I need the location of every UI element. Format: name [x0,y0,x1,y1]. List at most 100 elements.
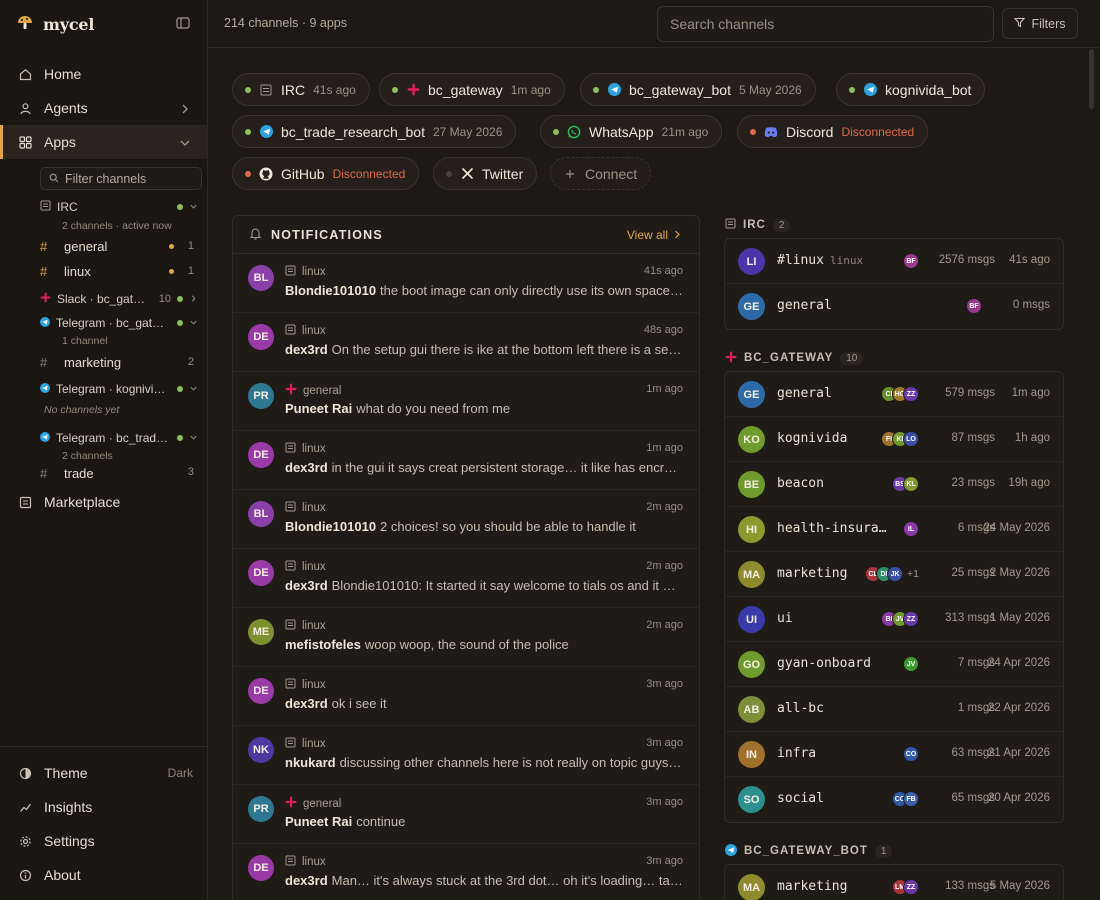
chevron-down-icon[interactable] [189,200,198,214]
trend-icon [18,800,32,814]
member-avatars: LM ZZ [892,879,919,895]
chip-bc-gateway-bot[interactable]: bc_gateway_bot 5 May 2026 [580,73,816,106]
notification-item[interactable]: DE linux 3m ago dex3rd Man… it's always stuc… [233,844,699,900]
notifications-list: BL linux 41s ago Blondie101010 the boot imag… [233,254,699,900]
nav-apps[interactable]: Apps [0,125,207,159]
notification-item[interactable]: DE linux 2m ago dex3rd Blondie101010: It sta… [233,549,699,608]
irc-icon [285,737,296,751]
channel-row[interactable]: SO social CO FB 65 msgs 20 Apr 2026 [725,777,1063,822]
scrollbar-thumb[interactable] [1089,49,1094,109]
channel-row[interactable]: GE general BF 0 msgs [725,284,1063,329]
theme-value: Dark [167,766,193,780]
channel-row[interactable]: AB all-bc 1 msgs 22 Apr 2026 [725,687,1063,732]
nav-marketplace[interactable]: Marketplace [0,485,207,519]
channel-row[interactable]: BE beacon BS KL 23 msgs 19h ago [725,462,1063,507]
channel-name-text: ui [777,611,793,626]
view-all-label: View all [626,228,668,242]
nav-apps-label: Apps [44,134,76,150]
filter-channels-input[interactable] [65,171,195,186]
sidebar-channel-general[interactable]: # general 1 [40,235,202,257]
last-activity: 1h ago [1014,432,1050,444]
channel-row[interactable]: HIhealth-insuranceIL6 msgs24 May 2026 [725,507,1063,552]
sidebar-channel-linux[interactable]: # linux 1 [40,260,202,282]
notification-time: 3m ago [646,737,683,749]
filters-button[interactable]: Filters [1002,8,1078,39]
notification-item[interactable]: PR general 1m ago Puneet Rai what do you nee… [233,372,699,431]
channel-row[interactable]: GO gyan-onboard JV 7 msgs 24 Apr 2026 [725,642,1063,687]
view-all-link[interactable]: View all [627,228,681,242]
chevron-down-icon[interactable] [189,316,198,330]
notification-time: 3m ago [646,796,683,808]
nav-agents[interactable]: Agents [0,91,207,125]
channel-name-text: all-bc [777,701,824,716]
online-status-dot [177,320,183,326]
notification-item[interactable]: BL linux 2m ago Blondie101010 2 choices! so … [233,490,699,549]
tree-app-telegram-kognivida[interactable]: Telegram · kognivi… [40,380,202,398]
channel-row[interactable]: UI ui BI JV ZZ 313 msgs 1 May 2026 [725,597,1063,642]
channel-row[interactable]: MA marketing LM ZZ 133 msgs 5 May 2026 [725,865,1063,900]
channel-row[interactable]: LI #linux linux BF 2576 msgs 41s ago [725,239,1063,284]
notification-item[interactable]: NK linux 3m ago nkukard discussing other cha… [233,726,699,785]
tree-app-label: Telegram · bc_trad… [56,431,169,445]
nav-about[interactable]: About [0,858,207,892]
slack-icon [285,383,297,398]
nav-insights[interactable]: Insights [0,790,207,824]
slack-icon [40,292,51,306]
chip-twitter[interactable]: Twitter [433,157,538,190]
chip-kognivida-bot[interactable]: kognivida_bot [836,73,986,106]
notification-item[interactable]: DE linux 1m ago dex3rd in the gui it says cr… [233,431,699,490]
tree-app-telegram-bc-trade[interactable]: Telegram · bc_trad… [40,429,202,447]
chip-bc-trade-research-bot[interactable]: bc_trade_research_bot 27 May 2026 [232,115,517,148]
connect-button[interactable]: Connect [550,157,652,190]
nav-theme[interactable]: Theme Dark [0,756,207,790]
channel-row[interactable]: MA marketing CL DI JK +1 25 msgs 2 May 2026 [725,552,1063,597]
channel-row[interactable]: KO kognivida FI KI LO 87 msgs 1h ago [725,417,1063,462]
member-avatar: LO [903,431,919,447]
main-scrollbar[interactable] [1086,49,1096,900]
notification-item[interactable]: ME linux 2m ago mefistofeles woop woop, the … [233,608,699,667]
notification-time: 1m ago [646,442,683,454]
chip-whatsapp[interactable]: WhatsApp 21m ago [540,115,723,148]
gear-icon [18,834,32,848]
chevron-right-icon[interactable] [189,292,198,306]
channel-row[interactable]: GE general CI HG ZZ 579 msgs 1m ago [725,372,1063,417]
tree-app-slack[interactable]: Slack · bc_gat… 10 [40,290,202,308]
last-activity: 1 May 2026 [989,612,1050,624]
channel-name: general [303,797,342,810]
search-box[interactable] [657,6,994,42]
notification-item[interactable]: PR general 3m ago Puneet Rai continue [233,785,699,844]
chip-github[interactable]: GitHub Disconnected [232,157,420,190]
group-header[interactable]: IRC 2 [725,217,791,233]
message-text: Blondie101010: It started it say welcome… [331,578,683,593]
tree-app-telegram-bc-gateway[interactable]: Telegram · bc_gat… [40,314,202,332]
message-author: Puneet Rai [285,814,353,829]
search-input[interactable] [670,16,970,32]
chip-irc[interactable]: IRC 41s ago [232,73,370,106]
notification-channel: general [285,383,341,398]
chip-label: GitHub [281,165,325,182]
channel-row[interactable]: IN infra CO 63 msgs 21 Apr 2026 [725,732,1063,777]
notification-item[interactable]: DE linux 48s ago dex3rd On the setup gui the… [233,313,699,372]
message-author: dex3rd [285,578,328,593]
notifications-title: NOTIFICATIONS [271,227,383,242]
notification-message: dex3rd Blondie101010: It started it say w… [285,578,683,593]
sidebar-toggle-icon[interactable] [176,16,192,32]
notification-item[interactable]: BL linux 41s ago Blondie101010 the boot imag… [233,254,699,313]
chevron-down-icon[interactable] [189,382,198,396]
chevron-down-icon[interactable] [189,431,198,445]
tree-app-irc[interactable]: IRC [40,198,202,216]
user-avatar: PR [248,796,274,822]
notification-item[interactable]: DE linux 3m ago dex3rd ok i see it [233,667,699,726]
chip-discord[interactable]: Discord Disconnected [737,115,929,148]
channel-name: marketing [64,354,122,370]
channel-name: general [303,384,342,397]
sidebar-channel-marketing[interactable]: # marketing 2 [40,351,202,373]
filter-channels-field[interactable] [40,167,202,190]
group-header[interactable]: BC_GATEWAY_BOT 1 [725,843,893,859]
nav-home[interactable]: Home [0,57,207,91]
group-header[interactable]: BC_GATEWAY 10 [725,350,864,366]
sidebar-channel-trade[interactable]: # trade 3 [40,466,202,483]
chip-bc-gateway[interactable]: bc_gateway 1m ago [379,73,565,106]
nav-settings[interactable]: Settings [0,824,207,858]
brand[interactable]: mycel [16,12,94,36]
